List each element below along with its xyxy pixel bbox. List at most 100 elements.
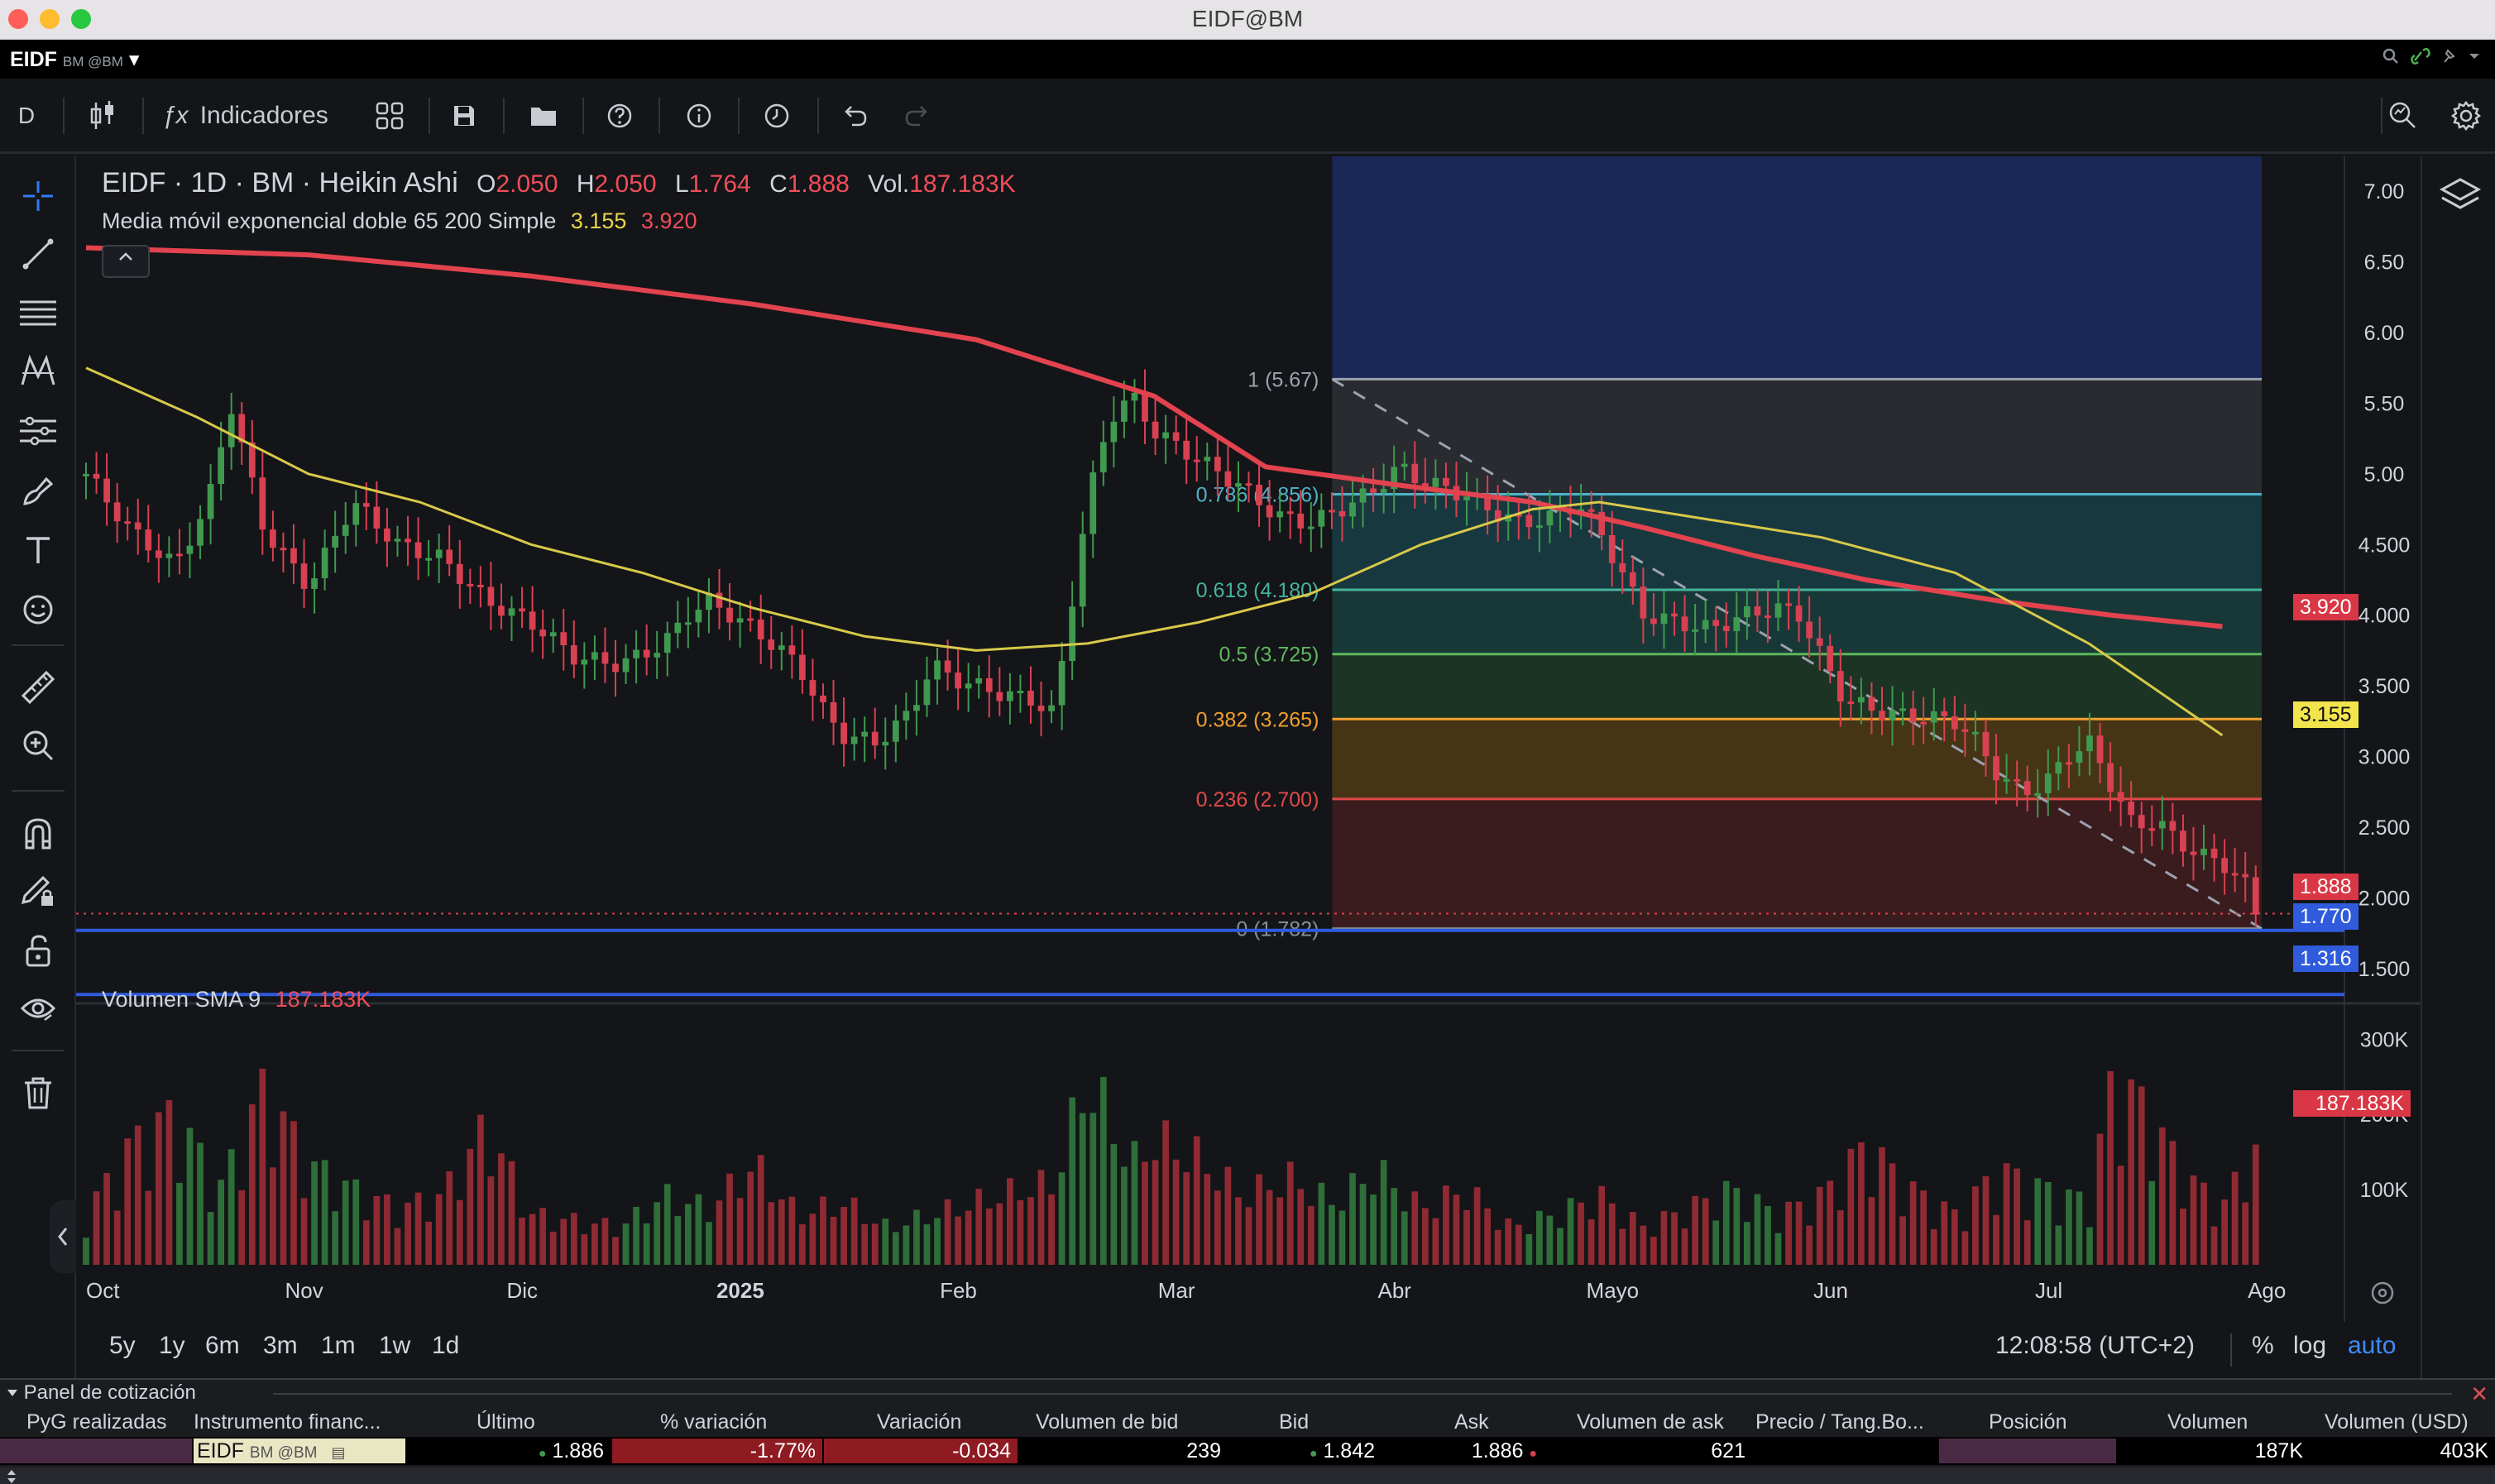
table-row[interactable]: EIDF BM @BM ▤ ● 1.886 -1.77% -0.034 239 … xyxy=(0,1437,2495,1465)
magnet-tool[interactable] xyxy=(17,811,60,854)
text-tool[interactable] xyxy=(17,529,60,572)
candle-body xyxy=(736,618,744,623)
forecast-tool[interactable] xyxy=(17,409,60,452)
info-icon xyxy=(687,103,711,128)
crosshair-tool[interactable] xyxy=(17,175,60,218)
undo-button[interactable] xyxy=(834,96,875,136)
range-6m[interactable]: 6m xyxy=(205,1332,240,1360)
volume-bar xyxy=(1557,1228,1564,1265)
column-header[interactable]: Volumen xyxy=(2167,1410,2248,1434)
open-layout-button[interactable] xyxy=(523,96,564,136)
fib-level-label: 0.618 (4.180) xyxy=(1196,579,1319,602)
close-panel-icon[interactable]: ✕ xyxy=(2470,1381,2488,1407)
candle-body xyxy=(270,529,276,548)
percent-scale-toggle[interactable]: % xyxy=(2252,1332,2274,1360)
volume-bar xyxy=(2044,1182,2052,1265)
range-1y[interactable]: 1y xyxy=(159,1332,185,1360)
range-5y[interactable]: 5y xyxy=(109,1332,136,1360)
hide-drawings-tool[interactable] xyxy=(17,987,60,1030)
volume-bar xyxy=(1235,1197,1242,1265)
pattern-tool[interactable] xyxy=(17,350,60,393)
candle-body xyxy=(1152,421,1159,439)
replay-button[interactable] xyxy=(756,96,797,136)
price-chart[interactable]: 1 (5.67)0.786 (4.856)0.618 (4.180)0.5 (3… xyxy=(76,156,2421,1323)
candle-body xyxy=(1743,606,1750,618)
emoji-tool[interactable] xyxy=(17,588,60,631)
save-icon xyxy=(454,106,474,126)
menu-chevron-icon[interactable] xyxy=(2467,47,2482,65)
panel-title-rule xyxy=(273,1393,2452,1395)
trend-line-tool[interactable] xyxy=(17,232,60,275)
volume-bar xyxy=(2242,1202,2249,1265)
layouts-button[interactable] xyxy=(369,96,410,136)
stay-in-drawing-tool[interactable] xyxy=(17,869,60,912)
close-value: 1.888 xyxy=(787,170,850,198)
column-header[interactable]: Instrumento financ... xyxy=(194,1410,381,1434)
volume-bar xyxy=(1276,1197,1284,1265)
column-header[interactable]: Último xyxy=(476,1410,535,1434)
column-header[interactable]: Bid xyxy=(1279,1410,1309,1434)
sort-arrows-icon[interactable] xyxy=(3,1468,23,1484)
note-icon[interactable]: ▤ xyxy=(331,1444,345,1461)
search-icon[interactable] xyxy=(2382,47,2400,65)
quick-search-button[interactable] xyxy=(2382,96,2424,136)
volume-bar xyxy=(145,1190,152,1265)
high-label: H xyxy=(576,170,595,198)
lock-drawings-tool[interactable] xyxy=(17,929,60,972)
indicators-button[interactable]: ƒx Indicadores xyxy=(162,96,354,136)
column-header[interactable]: Posición xyxy=(1989,1410,2067,1434)
fib-level-label: 0.236 (2.700) xyxy=(1196,788,1319,811)
column-header[interactable]: PyG realizadas xyxy=(26,1410,167,1434)
volume-bar xyxy=(684,1204,692,1265)
volume-legend[interactable]: Volumen SMA 9 187.183K xyxy=(102,987,371,1012)
candle-body xyxy=(2231,873,2239,876)
candle-body xyxy=(1889,710,1896,720)
chart-type-button[interactable] xyxy=(81,96,124,136)
zoom-in-tool[interactable] xyxy=(17,724,60,767)
time-axis-label: 2025 xyxy=(716,1278,764,1303)
auto-scale-toggle[interactable]: auto xyxy=(2348,1332,2396,1360)
zoom-search-icon xyxy=(2389,102,2416,128)
indicator-legend[interactable]: Media móvil exponencial doble 65 200 Sim… xyxy=(102,208,697,234)
range-1d[interactable]: 1d xyxy=(432,1332,459,1360)
object-tree-button[interactable] xyxy=(2439,173,2482,216)
candle-body xyxy=(1806,621,1813,639)
column-header[interactable]: Volumen de bid xyxy=(1036,1410,1178,1434)
redo-button[interactable] xyxy=(897,96,938,136)
fib-retracement-tool[interactable] xyxy=(17,292,60,335)
candle-body xyxy=(1546,510,1554,526)
help-button[interactable] xyxy=(599,96,640,136)
info-button[interactable] xyxy=(678,96,720,136)
candle-body xyxy=(591,652,598,660)
chevron-down-icon: ▾ xyxy=(128,48,140,71)
column-header[interactable]: % variación xyxy=(660,1410,767,1434)
range-1m[interactable]: 1m xyxy=(321,1332,356,1360)
candle-body xyxy=(1037,706,1045,711)
range-3m[interactable]: 3m xyxy=(263,1332,298,1360)
column-header[interactable]: Ask xyxy=(1454,1410,1489,1434)
brush-tool[interactable] xyxy=(17,469,60,512)
column-header[interactable]: Precio / Tang.Bo... xyxy=(1755,1410,1924,1434)
collapse-sidebar-button[interactable] xyxy=(50,1200,76,1273)
column-header[interactable]: Volumen (USD) xyxy=(2325,1410,2469,1434)
save-button[interactable] xyxy=(443,96,485,136)
chevron-up-icon xyxy=(119,252,132,261)
measure-tool[interactable] xyxy=(17,666,60,709)
settings-button[interactable] xyxy=(2445,96,2487,136)
candle-body xyxy=(1961,729,1969,732)
toolbar-divider xyxy=(738,98,740,134)
column-header[interactable]: Volumen de ask xyxy=(1577,1410,1724,1434)
range-1w[interactable]: 1w xyxy=(379,1332,410,1360)
collapse-legend-button[interactable] xyxy=(102,245,150,278)
remove-drawings-tool[interactable] xyxy=(17,1071,60,1114)
column-header[interactable]: Variación xyxy=(877,1410,961,1434)
candle-body xyxy=(996,692,1003,701)
quote-panel-header[interactable]: Panel de cotización xyxy=(7,1380,196,1406)
volume-bar xyxy=(1121,1166,1128,1265)
symbol-selector[interactable]: EIDF BM @BM ▾ xyxy=(10,47,139,72)
pin-icon[interactable] xyxy=(2440,47,2457,65)
quote-panel-title: Panel de cotización xyxy=(23,1381,196,1404)
interval-button[interactable]: D xyxy=(12,96,41,136)
log-scale-toggle[interactable]: log xyxy=(2293,1332,2326,1360)
link-icon[interactable] xyxy=(2410,47,2431,65)
